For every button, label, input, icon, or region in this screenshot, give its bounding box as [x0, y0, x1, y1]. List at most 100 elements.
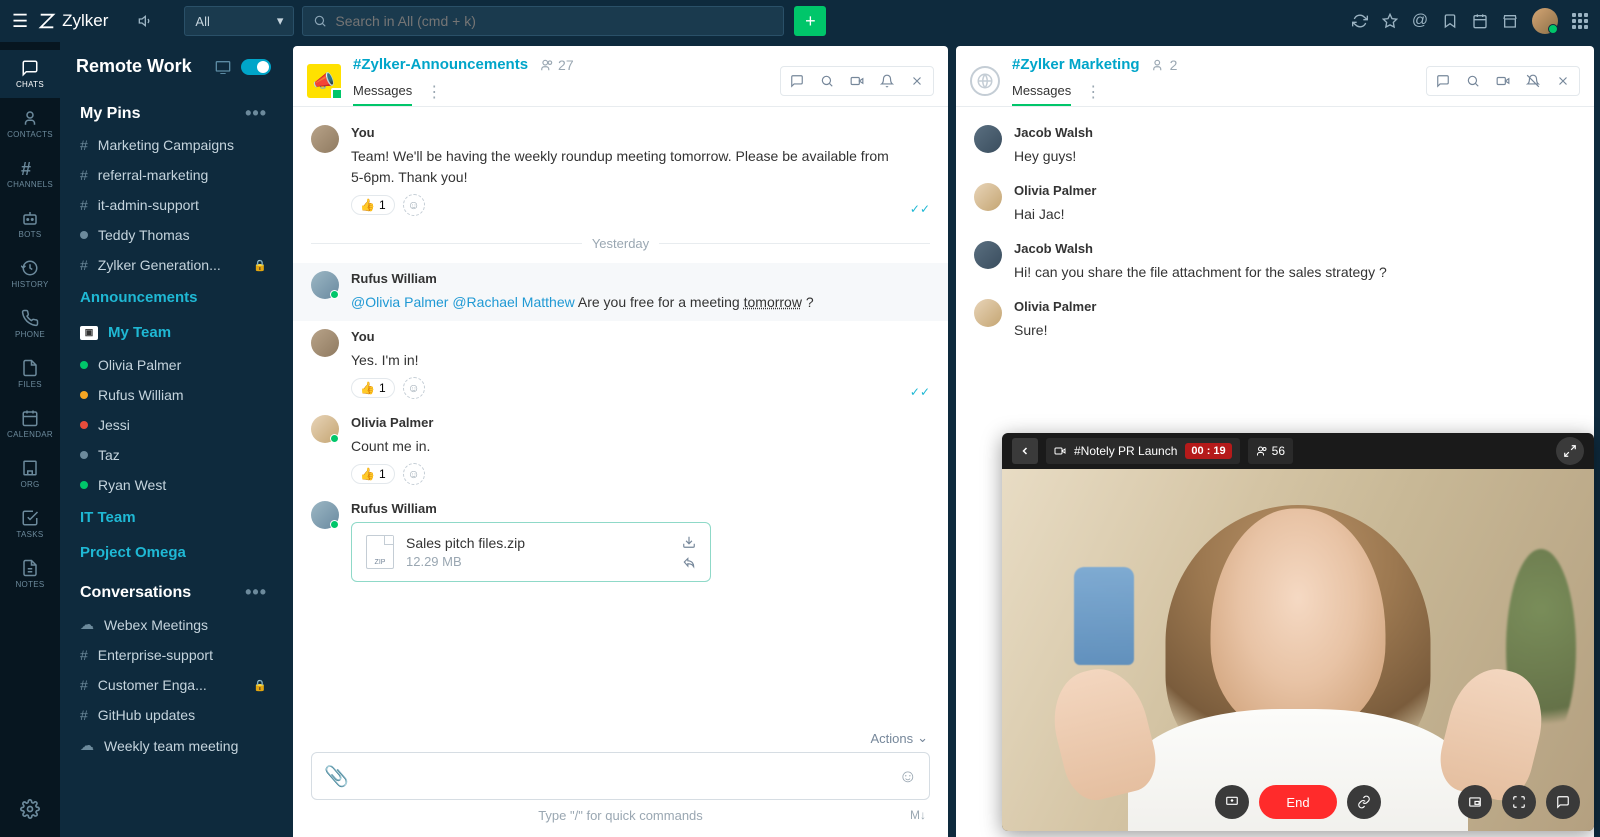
add-reaction-icon[interactable]: ☺: [403, 377, 425, 399]
sidebar-app[interactable]: ☁Webex Meetings: [60, 609, 287, 640]
avatar[interactable]: [311, 415, 339, 443]
sidebar-it-team[interactable]: IT Team: [60, 500, 287, 535]
user-avatar[interactable]: [1532, 8, 1558, 34]
menu-icon[interactable]: ☰: [12, 11, 28, 32]
sidebar-dm[interactable]: Olivia Palmer: [60, 350, 287, 380]
sidebar-scroll[interactable]: My Pins ••• #Marketing Campaigns #referr…: [60, 87, 287, 837]
mention-icon[interactable]: @: [1412, 13, 1428, 29]
sidebar-dm[interactable]: Ryan West: [60, 470, 287, 500]
close-icon[interactable]: [904, 70, 930, 92]
channel-title[interactable]: #Zylker-Announcements: [353, 56, 528, 73]
attach-icon[interactable]: 📎: [324, 764, 349, 789]
video-call-label[interactable]: #Notely PR Launch 00 : 19: [1046, 438, 1240, 464]
sidebar-channel[interactable]: #GitHub updates: [60, 700, 287, 730]
video-participants[interactable]: 56: [1248, 438, 1293, 464]
chat-icon[interactable]: [1430, 70, 1456, 92]
channel-members[interactable]: 2: [1152, 57, 1178, 73]
tab-messages[interactable]: Messages: [1012, 77, 1071, 106]
rail-bots[interactable]: BOTS: [0, 200, 60, 248]
sidebar-my-team[interactable]: ▣My Team: [60, 315, 287, 350]
reaction[interactable]: 👍 1: [351, 464, 395, 484]
sidebar-dm[interactable]: Rufus William: [60, 380, 287, 410]
search-input-wrap[interactable]: [302, 6, 784, 36]
rail-channels[interactable]: #CHANNELS: [0, 150, 60, 198]
search-icon[interactable]: [814, 70, 840, 92]
message-list[interactable]: You Team! We'll be having the weekly rou…: [293, 107, 948, 726]
download-icon[interactable]: [682, 535, 696, 549]
markdown-icon[interactable]: M↓: [910, 808, 926, 822]
sidebar-app[interactable]: ☁Weekly team meeting: [60, 730, 287, 761]
avatar[interactable]: [974, 183, 1002, 211]
sidebar-channel[interactable]: #referral-marketing: [60, 160, 287, 190]
sidebar-channel[interactable]: #Zylker Generation...🔒: [60, 250, 287, 280]
pins-more-icon[interactable]: •••: [245, 103, 267, 124]
reaction[interactable]: 👍 1: [351, 378, 395, 398]
sidebar-project-omega[interactable]: Project Omega: [60, 535, 287, 570]
add-button[interactable]: +: [794, 6, 826, 36]
sidebar-channel[interactable]: #Customer Enga...🔒: [60, 670, 287, 700]
speaker-icon[interactable]: [138, 13, 154, 29]
sidebar-channel[interactable]: #Marketing Campaigns: [60, 130, 287, 160]
rail-org[interactable]: ORG: [0, 450, 60, 498]
sidebar-toggle[interactable]: [241, 59, 271, 75]
actions-dropdown[interactable]: Actions ⌄: [293, 726, 948, 752]
composer-input[interactable]: [359, 768, 889, 784]
end-call-button[interactable]: End: [1259, 785, 1337, 819]
share-icon[interactable]: [682, 555, 696, 569]
channel-members[interactable]: 27: [540, 57, 574, 73]
add-reaction-icon[interactable]: ☺: [403, 463, 425, 485]
calendar-icon[interactable]: [1472, 13, 1488, 29]
avatar[interactable]: [311, 329, 339, 357]
sidebar-dm[interactable]: Jessi: [60, 410, 287, 440]
tab-more-icon[interactable]: ⋮: [1085, 82, 1101, 102]
fullscreen-button[interactable]: [1502, 785, 1536, 819]
bell-off-icon[interactable]: [1520, 70, 1546, 92]
search-filter-dropdown[interactable]: All ▾: [184, 6, 294, 36]
refresh-icon[interactable]: [1352, 13, 1368, 29]
search-input[interactable]: [335, 13, 773, 29]
rail-settings[interactable]: [20, 799, 40, 819]
bell-icon[interactable]: [874, 70, 900, 92]
sidebar-channel[interactable]: #it-admin-support: [60, 190, 287, 220]
link-button[interactable]: [1347, 785, 1381, 819]
sidebar-announcements[interactable]: Announcements: [60, 280, 287, 315]
screenshare-button[interactable]: [1215, 785, 1249, 819]
avatar[interactable]: [311, 271, 339, 299]
rail-tasks[interactable]: TASKS: [0, 500, 60, 548]
star-icon[interactable]: [1382, 13, 1398, 29]
rail-files[interactable]: FILES: [0, 350, 60, 398]
file-attachment[interactable]: ZIP Sales pitch files.zip 12.29 MB: [351, 522, 711, 582]
avatar[interactable]: [974, 299, 1002, 327]
store-icon[interactable]: [1502, 13, 1518, 29]
rail-history[interactable]: HISTORY: [0, 250, 60, 298]
search-icon[interactable]: [1460, 70, 1486, 92]
rail-calendar[interactable]: CALENDAR: [0, 400, 60, 448]
rail-phone[interactable]: PHONE: [0, 300, 60, 348]
avatar[interactable]: [974, 241, 1002, 269]
channel-title[interactable]: #Zylker Marketing: [1012, 56, 1140, 73]
reaction[interactable]: 👍 1: [351, 195, 395, 215]
pip-button[interactable]: [1458, 785, 1492, 819]
tab-messages[interactable]: Messages: [353, 77, 412, 106]
bookmark-icon[interactable]: [1442, 13, 1458, 29]
expand-icon[interactable]: [1556, 437, 1584, 465]
conversations-more-icon[interactable]: •••: [245, 582, 267, 603]
avatar[interactable]: [311, 501, 339, 529]
sidebar-dm[interactable]: Teddy Thomas: [60, 220, 287, 250]
rail-contacts[interactable]: CONTACTS: [0, 100, 60, 148]
avatar[interactable]: [311, 125, 339, 153]
screen-icon[interactable]: [215, 60, 231, 74]
video-icon[interactable]: [844, 70, 870, 92]
chat-button[interactable]: [1546, 785, 1580, 819]
rail-chats[interactable]: CHATS: [0, 50, 60, 98]
sidebar-dm[interactable]: Taz: [60, 440, 287, 470]
add-reaction-icon[interactable]: ☺: [403, 194, 425, 216]
video-back-button[interactable]: [1012, 438, 1038, 464]
sidebar-channel[interactable]: #Enterprise-support: [60, 640, 287, 670]
tab-more-icon[interactable]: ⋮: [426, 82, 442, 102]
video-icon[interactable]: [1490, 70, 1516, 92]
apps-grid-icon[interactable]: [1572, 13, 1588, 29]
close-icon[interactable]: [1550, 70, 1576, 92]
avatar[interactable]: [974, 125, 1002, 153]
emoji-icon[interactable]: ☺: [899, 766, 917, 787]
